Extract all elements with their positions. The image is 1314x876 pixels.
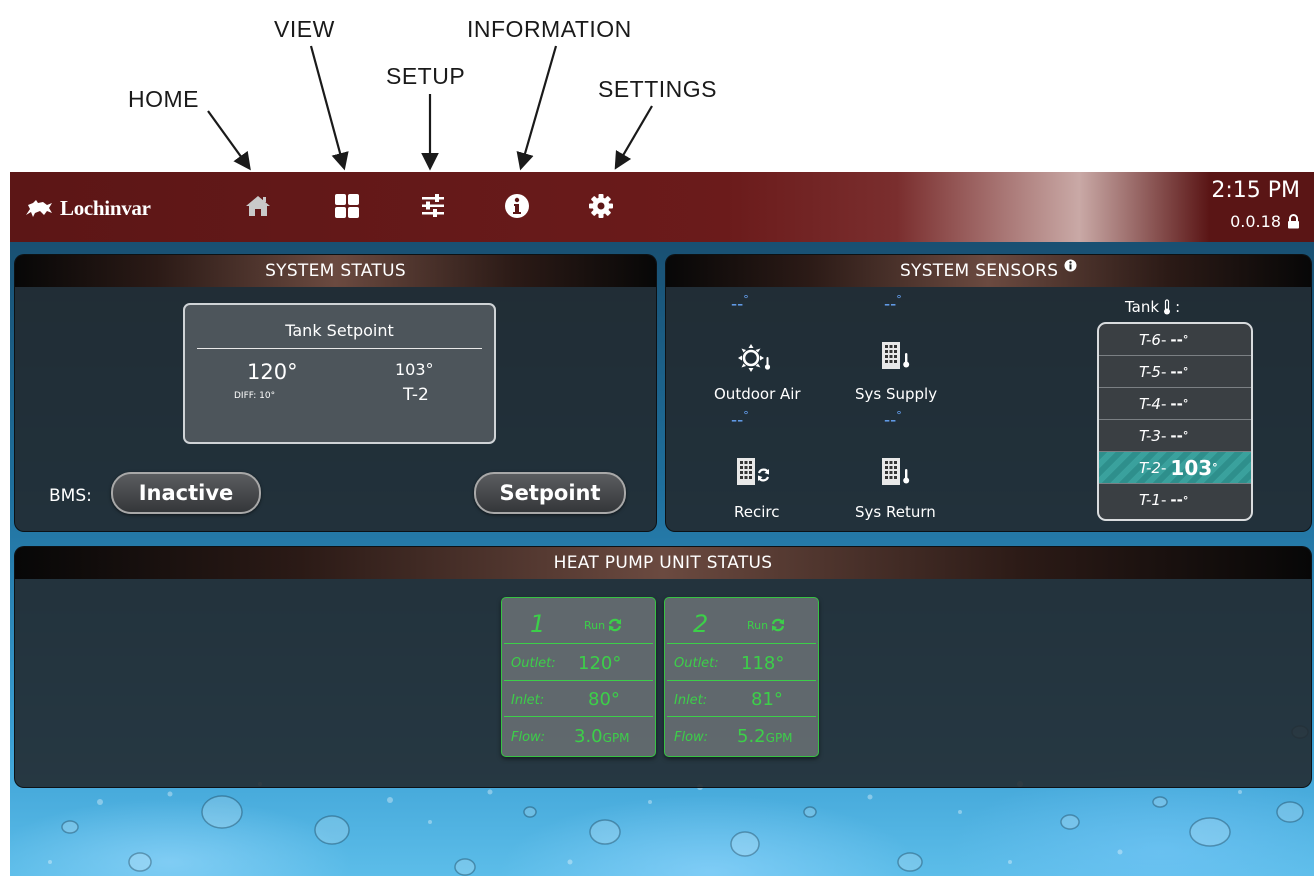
tank-setpoint-title: Tank Setpoint — [285, 321, 394, 340]
setup-button[interactable] — [418, 191, 448, 221]
system-sensors-title-bar: SYSTEM SENSORS — [666, 255, 1311, 287]
tank-row-t6: T-6 - -- ° — [1099, 324, 1251, 356]
card-divider — [667, 643, 816, 644]
tank-header: Tank : — [1125, 298, 1180, 316]
setpoint-divider — [197, 348, 482, 349]
heat-pump-status-title: HEAT PUMP UNIT STATUS — [15, 547, 1311, 579]
flow-value: 5.2GPM — [737, 726, 793, 747]
inlet-label: Inlet: — [674, 693, 708, 708]
system-status-title: SYSTEM STATUS — [15, 255, 656, 287]
view-grid-icon — [335, 194, 359, 218]
tank-label: Tank — [1125, 298, 1160, 316]
flow-value: 3.0GPM — [574, 726, 630, 747]
outlet-value: 118° — [741, 653, 785, 674]
bms-status-button[interactable]: Inactive — [111, 472, 261, 514]
callout-settings: SETTINGS — [598, 76, 718, 102]
callout-setup: SETUP — [386, 63, 466, 89]
card-divider — [504, 680, 653, 681]
device-screen: Lochinvar 2:15 PM 0.0.18 SYSTEM STATUS T… — [10, 172, 1314, 876]
arrow-home — [207, 110, 251, 171]
tank-setpoint-box[interactable]: Tank Setpoint 120° DIFF: 10° 103° T-2 — [183, 303, 496, 444]
clock-time: 2:15 PM — [1211, 178, 1300, 203]
home-icon — [246, 196, 270, 216]
system-status-panel: SYSTEM STATUS Tank Setpoint 120° DIFF: 1… — [14, 254, 657, 532]
card-divider — [667, 716, 816, 717]
bms-label: BMS: — [49, 486, 92, 506]
horse-rider-logo-icon — [26, 200, 52, 217]
version-display[interactable]: 0.0.18 — [1230, 212, 1300, 231]
current-tank-temp: 103° — [395, 360, 434, 379]
card-divider — [504, 643, 653, 644]
tank-sensor-list[interactable]: T-6 - -- ° T-5 - -- ° T-4 - -- ° T-3 - -- ° … — [1097, 322, 1253, 521]
card-divider — [504, 716, 653, 717]
recirc-building-cycle-icon[interactable] — [736, 457, 770, 487]
unit-run-status: Run — [584, 618, 622, 632]
top-bar: Lochinvar 2:15 PM 0.0.18 — [10, 172, 1314, 242]
recirc-label: Recirc — [734, 503, 780, 521]
unit-run-status: Run — [747, 618, 785, 632]
setpoint-value: 120° — [247, 360, 298, 384]
setpoint-diff: DIFF: 10° — [234, 391, 276, 401]
information-button[interactable] — [502, 191, 532, 221]
flow-label: Flow: — [511, 730, 546, 745]
current-tank-sensor: T-2 — [403, 385, 429, 405]
outdoor-air-value: --° — [731, 293, 749, 315]
heat-pump-status-panel: HEAT PUMP UNIT STATUS 1 Run Outlet: 120°… — [14, 546, 1312, 788]
lock-icon — [1288, 214, 1299, 229]
card-divider — [667, 680, 816, 681]
arrow-settings — [614, 105, 653, 170]
sys-return-building-thermometer-icon[interactable] — [881, 457, 913, 487]
outlet-label: Outlet: — [511, 656, 556, 671]
logo-text: Lochinvar — [60, 195, 151, 220]
home-button[interactable] — [243, 191, 273, 221]
system-sensors-panel: SYSTEM SENSORS --° Outdoor Air --° Sys S… — [665, 254, 1312, 532]
outlet-value: 120° — [578, 653, 622, 674]
outlet-label: Outlet: — [674, 656, 719, 671]
setpoint-button[interactable]: Setpoint — [474, 472, 626, 514]
tank-row-t5: T-5 - -- ° — [1099, 356, 1251, 388]
info-icon — [505, 194, 529, 218]
flow-label: Flow: — [674, 730, 709, 745]
inlet-label: Inlet: — [511, 693, 545, 708]
sensors-info-icon[interactable] — [1064, 259, 1077, 272]
unit-number: 1 — [530, 610, 546, 638]
refresh-cycle-icon — [609, 618, 622, 632]
tank-colon: : — [1175, 298, 1181, 316]
setup-sliders-icon — [422, 194, 444, 217]
system-sensors-title: SYSTEM SENSORS — [899, 261, 1059, 281]
callout-home: HOME — [128, 86, 199, 112]
tank-row-t4: T-4 - -- ° — [1099, 388, 1251, 420]
sys-supply-label: Sys Supply — [855, 385, 938, 403]
tank-row-t2-active: T-2 - 103 ° — [1099, 452, 1251, 484]
heat-pump-unit-2-card[interactable]: 2 Run Outlet: 118° Inlet: 81° Flow: 5.2G… — [664, 597, 819, 757]
lochinvar-logo: Lochinvar — [24, 195, 151, 221]
arrow-information — [516, 45, 558, 171]
tank-thermometer-icon — [1164, 299, 1171, 315]
sys-return-value: --° — [884, 409, 902, 431]
refresh-cycle-icon — [772, 618, 785, 632]
outdoor-air-sun-thermometer-icon[interactable] — [738, 343, 772, 373]
callout-information: INFORMATION — [467, 16, 632, 42]
settings-button[interactable] — [586, 191, 616, 221]
view-button[interactable] — [332, 191, 362, 221]
recirc-value: --° — [731, 409, 749, 431]
inlet-value: 81° — [751, 689, 783, 710]
sys-supply-value: --° — [884, 293, 902, 315]
settings-gear-icon — [589, 194, 613, 218]
unit-number: 2 — [693, 610, 709, 638]
callout-view: VIEW — [274, 16, 335, 42]
outdoor-air-label: Outdoor Air — [714, 385, 801, 403]
sys-supply-building-thermometer-icon[interactable] — [881, 341, 913, 371]
sys-return-label: Sys Return — [855, 503, 936, 521]
arrow-view — [309, 45, 349, 171]
tank-row-t3: T-3 - -- ° — [1099, 420, 1251, 452]
version-text: 0.0.18 — [1230, 212, 1281, 231]
tank-row-t1: T-1 - -- ° — [1139, 491, 1189, 509]
inlet-value: 80° — [588, 689, 620, 710]
heat-pump-unit-1-card[interactable]: 1 Run Outlet: 120° Inlet: 80° Flow: 3.0G… — [501, 597, 656, 757]
